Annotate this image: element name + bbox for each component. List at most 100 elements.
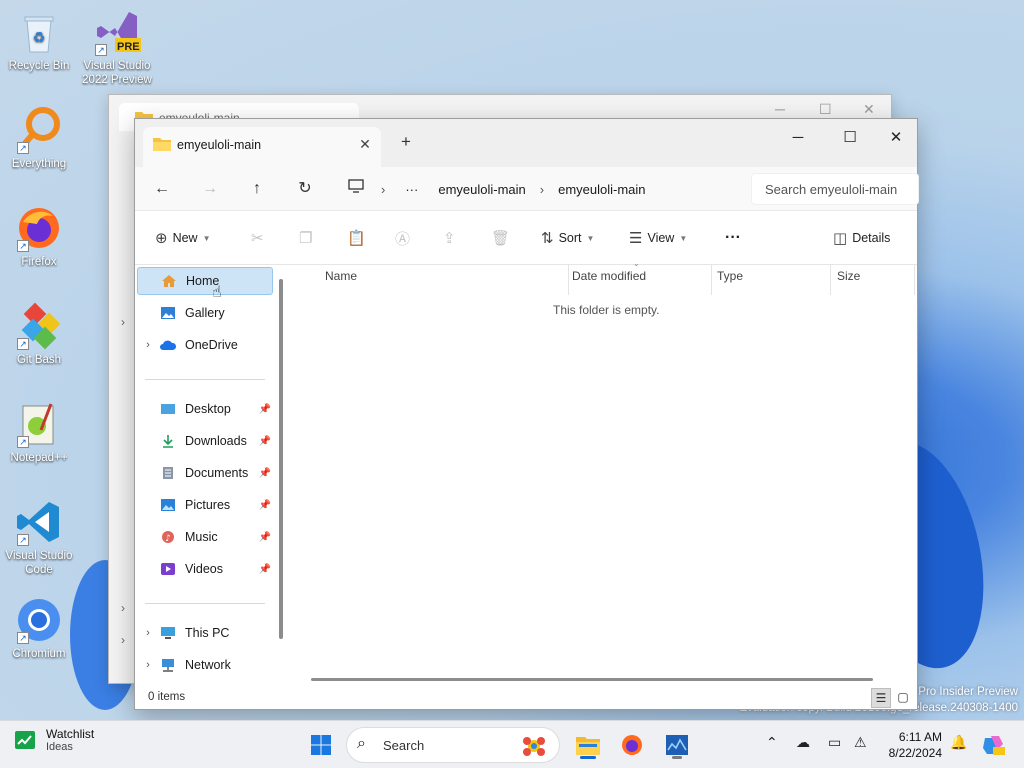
nav-item-music[interactable]: ♪ Music 📌: [137, 523, 273, 551]
pin-icon[interactable]: 📌: [259, 532, 271, 543]
column-header-size[interactable]: Size: [837, 265, 915, 295]
column-header-date-modified[interactable]: Date modified: [572, 265, 712, 295]
nav-divider: [145, 379, 265, 380]
taskbar-task-manager[interactable]: [660, 729, 694, 761]
firefox-icon: [622, 735, 642, 755]
minimize-button[interactable]: ─: [775, 123, 821, 153]
taskbar-search[interactable]: ⌕ Search: [346, 727, 560, 763]
nav-item-home[interactable]: Home ☝: [137, 267, 273, 301]
view-button[interactable]: ☰ View ▼: [629, 225, 687, 251]
pin-icon[interactable]: 📌: [259, 468, 271, 479]
tab-title: emyeuloli-main: [177, 138, 262, 152]
nav-item-documents[interactable]: Documents 📌: [137, 459, 273, 487]
tab-emyeuloli-main[interactable]: emyeuloli-main ✕: [143, 127, 381, 167]
horizontal-scrollbar[interactable]: [311, 678, 873, 681]
monitor-icon[interactable]: [343, 177, 369, 201]
breadcrumb-more[interactable]: ···: [405, 182, 418, 197]
shortcut-arrow-icon: ↗: [17, 142, 29, 154]
show-hidden-icons-chevron-icon[interactable]: ⌃: [766, 734, 778, 751]
pin-icon[interactable]: 📌: [259, 564, 271, 575]
explorer-window[interactable]: emyeuloli-main ✕ + ─ ☐ ✕ ← → ↑ ↻ › ··· e…: [134, 118, 919, 710]
breadcrumb-item[interactable]: emyeuloli-main: [438, 182, 525, 197]
music-icon: ♪: [159, 529, 177, 545]
desktop-icon-visual-studio-preview[interactable]: PRE ↗ Visual Studio 2022 Preview: [78, 8, 156, 87]
copy-button[interactable]: ❐: [299, 225, 312, 251]
nav-item-desktop[interactable]: Desktop 📌: [137, 395, 273, 423]
nav-item-videos[interactable]: Videos 📌: [137, 555, 273, 583]
stock-chart-icon: [15, 731, 35, 749]
sort-button[interactable]: ⇅ Sort ▼: [541, 225, 594, 251]
taskbar-firefox[interactable]: [615, 729, 649, 761]
close-icon[interactable]: ✕: [863, 101, 875, 118]
details-button[interactable]: ◫ Details: [833, 225, 890, 251]
start-button[interactable]: [304, 729, 338, 761]
desktop-icon-vscode[interactable]: ↗ Visual Studio Code: [0, 498, 78, 577]
close-window-button[interactable]: ✕: [873, 123, 919, 153]
nav-item-onedrive[interactable]: › OneDrive: [137, 331, 273, 359]
visual-studio-icon: PRE ↗: [93, 8, 141, 56]
windows-logo-icon: [311, 735, 331, 755]
column-header-type[interactable]: Type: [717, 265, 831, 295]
onedrive-offline-icon[interactable]: ☁: [796, 734, 810, 751]
pin-icon[interactable]: 📌: [259, 436, 271, 447]
nav-item-this-pc[interactable]: › This PC: [137, 619, 273, 647]
home-icon: [160, 273, 178, 289]
rename-button[interactable]: Ⓐ: [395, 225, 410, 251]
back-arrow-icon[interactable]: ←: [149, 177, 175, 201]
shortcut-arrow-icon: ↗: [17, 240, 29, 252]
nav-item-gallery[interactable]: Gallery: [137, 299, 273, 327]
firefox-icon: ↗: [15, 204, 63, 252]
breadcrumb-item[interactable]: emyeuloli-main: [558, 182, 645, 197]
system-clock[interactable]: 6:11 AM 8/22/2024: [880, 729, 942, 761]
chevron-right-icon[interactable]: ›: [381, 182, 385, 197]
chevron-right-icon[interactable]: ›: [137, 627, 159, 639]
shortcut-arrow-icon: ↗: [17, 436, 29, 448]
nav-item-network[interactable]: › Network: [137, 651, 273, 679]
chevron-right-icon[interactable]: ›: [137, 659, 159, 671]
chevron-right-icon[interactable]: ›: [137, 339, 159, 351]
nav-divider: [145, 603, 265, 604]
chevron-right-icon: ›: [121, 601, 125, 615]
pin-icon[interactable]: 📌: [259, 404, 271, 415]
maximize-icon[interactable]: ☐: [819, 101, 832, 118]
forward-arrow-icon[interactable]: →: [197, 177, 223, 201]
close-tab-icon[interactable]: ✕: [355, 134, 375, 154]
network-disconnected-icon[interactable]: ⚠: [854, 734, 867, 751]
tiles-view-icon[interactable]: ▢: [893, 688, 913, 708]
up-arrow-icon[interactable]: ↑: [244, 177, 270, 201]
new-tab-button[interactable]: +: [395, 132, 417, 154]
chevron-right-icon[interactable]: ›: [540, 182, 544, 197]
desktop-icon-chromium[interactable]: ↗ Chromium: [0, 596, 78, 661]
desktop-icon-git-bash[interactable]: ↗ Git Bash: [0, 302, 78, 367]
minimize-icon[interactable]: ─: [775, 101, 785, 117]
refresh-icon[interactable]: ↻: [292, 177, 318, 201]
widgets-button[interactable]: Watchlist Ideas: [14, 727, 94, 753]
more-options-button[interactable]: ···: [725, 225, 741, 251]
display-icon[interactable]: ▭: [828, 734, 841, 751]
chevron-down-icon: ▼: [202, 233, 211, 243]
desktop-icon-everything[interactable]: ↗ Everything: [0, 106, 78, 171]
delete-button[interactable]: 🗑: [491, 225, 510, 251]
svg-text:♪: ♪: [165, 534, 171, 544]
title-bar[interactable]: emyeuloli-main ✕ + ─ ☐ ✕: [135, 119, 917, 167]
desktop-icon-notepad-plus-plus[interactable]: ↗ Notepad++: [0, 400, 78, 465]
paste-button[interactable]: 📋: [347, 225, 366, 251]
nav-pane-scrollbar[interactable]: [279, 279, 283, 639]
nav-item-pictures[interactable]: Pictures 📌: [137, 491, 273, 519]
notification-icon[interactable]: 🔔: [950, 734, 967, 751]
search-box[interactable]: [751, 173, 919, 205]
new-button[interactable]: ⊕ New ▼: [155, 225, 211, 251]
column-header-name[interactable]: Name: [325, 265, 569, 295]
copilot-button[interactable]: [976, 729, 1010, 761]
taskbar-file-explorer[interactable]: [571, 729, 605, 761]
rename-icon: Ⓐ: [395, 230, 411, 248]
details-view-icon[interactable]: ☰: [871, 688, 891, 708]
desktop-icon-recycle-bin[interactable]: ♻ Recycle Bin: [0, 8, 78, 73]
maximize-button[interactable]: ☐: [827, 123, 873, 153]
share-button[interactable]: ⇪: [443, 225, 456, 251]
pin-icon[interactable]: 📌: [259, 500, 271, 511]
nav-item-downloads[interactable]: Downloads 📌: [137, 427, 273, 455]
search-input[interactable]: [752, 174, 912, 204]
cut-button[interactable]: ✂: [251, 225, 264, 251]
desktop-icon-firefox[interactable]: ↗ Firefox: [0, 204, 78, 269]
